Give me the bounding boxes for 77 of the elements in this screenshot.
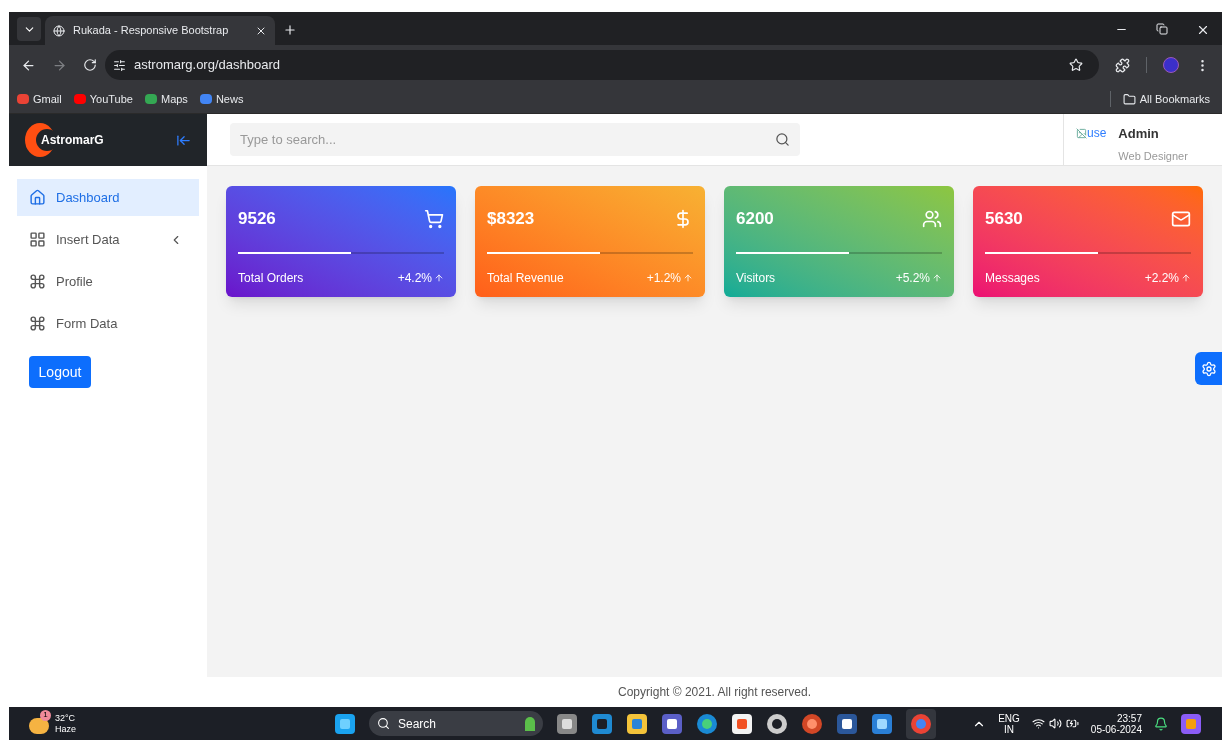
taskbar-search[interactable]: Search [369,711,543,736]
stat-label: Messages [985,269,1040,287]
weather-badge: 1 [40,709,51,721]
language-text[interactable]: ENG [998,712,1020,724]
stat-value: 9526 [238,208,276,230]
battery-icon[interactable] [1065,717,1079,730]
grid-icon [29,231,46,248]
tab-list-button[interactable] [17,17,41,41]
stat-label: Total Revenue [487,269,564,287]
logout-button[interactable]: Logout [29,356,91,388]
volume-icon[interactable] [1048,717,1062,730]
user-name: Admin [1118,125,1160,143]
close-icon[interactable] [1196,23,1210,37]
forward-icon[interactable] [52,57,67,73]
all-bookmarks-button[interactable]: All Bookmarks [1122,90,1210,108]
url-text: astromarg.org/dashboard [134,56,280,75]
bookmark-link[interactable]: News [199,90,244,108]
site-settings-icon[interactable] [113,58,126,72]
address-bar[interactable]: astromarg.org/dashboard [105,50,1099,80]
stat-change: +5.2% [895,269,930,287]
arrow-up-icon [932,272,942,283]
command-icon [29,315,46,332]
wifi-icon[interactable] [1031,717,1045,730]
search-icon[interactable] [775,132,790,147]
globe-icon [53,24,65,37]
settings-icon [1200,360,1217,377]
command-icon [29,273,46,290]
brand-name: AstromarG [41,132,104,149]
sidebar-item[interactable]: Insert Data [17,221,199,258]
bookmark-icon [199,94,212,104]
clock-date[interactable]: 05-06-2024 [1090,723,1142,735]
bookmark-star-icon[interactable] [1069,58,1083,72]
sidebar-item[interactable]: Form Data [17,305,199,342]
users-icon [922,208,942,229]
browser-tab[interactable]: Rukada - Responsive Bootstrap [45,16,275,45]
stat-label: Total Orders [238,269,304,287]
bookmark-link[interactable]: Gmail [17,90,62,108]
sidebar-item[interactable]: Profile [17,263,199,300]
reload-icon[interactable] [83,58,97,72]
bookmark-icon [73,94,86,104]
tab-title: Rukada - Responsive Bootstrap [73,23,229,39]
weather-text: Haze [55,723,76,735]
region-text[interactable]: IN [1004,723,1014,735]
clock-time[interactable]: 23:57 [1116,712,1142,724]
stat-change: +4.2% [397,269,432,287]
cart-icon [424,208,444,229]
stat-label: Visitors [736,269,776,287]
profile-avatar[interactable] [1163,57,1179,73]
new-tab-icon[interactable] [283,23,297,37]
back-icon[interactable] [21,57,36,73]
bookmark-link[interactable]: YouTube [73,90,133,108]
search-icon [377,717,390,730]
stat-value: 6200 [736,208,774,230]
stat-change: +1.2% [646,269,681,287]
settings-button[interactable] [1195,352,1222,385]
arrow-up-icon [1181,272,1191,283]
bookmark-icon [17,94,29,104]
arrow-up-icon [683,272,693,283]
bookmark-icon [144,94,157,104]
stat-change: +2.2% [1144,269,1179,287]
stat-value: $8323 [487,208,535,230]
footer-text: Copyright © 2021. All right reserved. [618,684,811,701]
search-input[interactable]: Type to search... [240,129,775,150]
windows-logo-icon[interactable] [334,712,356,735]
home-icon [29,189,46,206]
avatar-alt-text: use [1087,125,1107,142]
user-role: Web Designer [1118,148,1188,164]
arrow-up-icon [434,272,444,283]
bookmark-link[interactable]: Maps [144,90,188,108]
extensions-icon[interactable] [1115,57,1130,73]
search-field[interactable]: Type to search... [230,123,800,156]
bell-icon[interactable] [1154,716,1168,731]
sidebar-item[interactable]: Dashboard [17,179,199,216]
task-view-icon[interactable] [556,712,578,735]
temperature: 32°C [55,712,76,724]
stat-value: 5630 [985,208,1023,230]
restore-icon[interactable] [1156,23,1168,35]
